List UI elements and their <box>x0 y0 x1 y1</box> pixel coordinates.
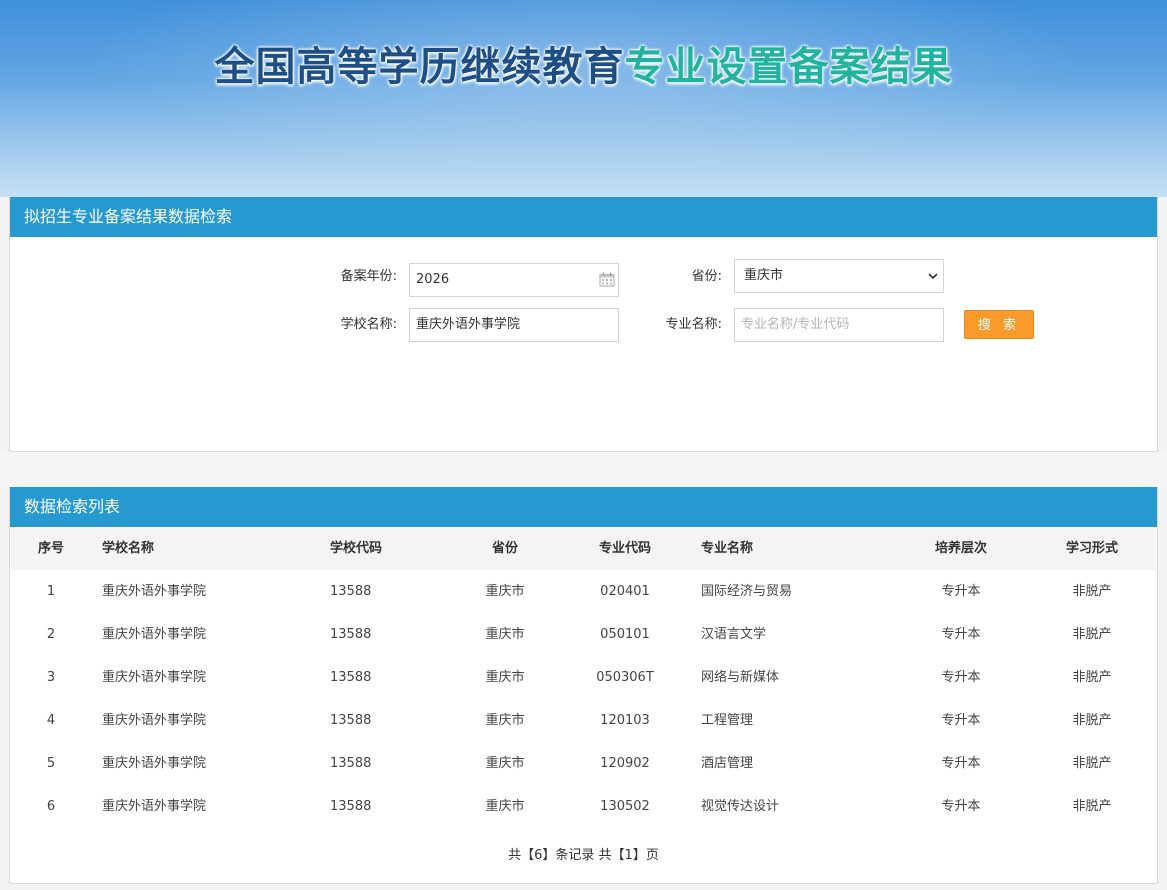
list-panel-title: 数据检索列表 <box>10 487 1157 527</box>
cell-index: 1 <box>46 584 56 599</box>
cell-major: 酒店管理 <box>701 756 754 771</box>
banner: 全国高等学历继续教育专业设置备案结果 <box>0 0 1167 197</box>
major-placeholder: 专业名称/专业代码 <box>741 317 850 332</box>
page-title-part2: 专业设置备案结果 <box>624 44 953 90</box>
cell-major: 视觉传达设计 <box>701 799 780 814</box>
school-input[interactable]: 重庆外语外事学院 <box>409 308 619 342</box>
cell-major-code: 050101 <box>600 627 650 642</box>
province-select[interactable]: 重庆市 <box>734 259 944 293</box>
cell-school: 重庆外语外事学院 <box>102 799 207 814</box>
cell-major-code: 050306T <box>596 670 654 685</box>
cell-school: 重庆外语外事学院 <box>102 756 207 771</box>
school-label: 学校名称: <box>340 317 397 332</box>
cell-study-form: 非脱产 <box>1072 670 1112 685</box>
cell-major: 网络与新媒体 <box>701 670 780 685</box>
table-row: 6 重庆外语外事学院 13588 重庆市 130502 视觉传达设计 专升本 非… <box>11 785 1156 828</box>
cell-level: 专升本 <box>941 670 981 685</box>
col-header-school-code: 学校代码 <box>330 541 383 556</box>
cell-school-code: 13588 <box>330 670 372 685</box>
cell-school: 重庆外语外事学院 <box>102 584 207 599</box>
pagination-info: 共【6】条记录 共【1】页 <box>508 848 659 863</box>
cell-school: 重庆外语外事学院 <box>102 713 207 728</box>
cell-major-code: 120103 <box>600 713 650 728</box>
table-row: 5 重庆外语外事学院 13588 重庆市 120902 酒店管理 专升本 非脱产 <box>11 742 1156 785</box>
cell-school-code: 13588 <box>330 756 372 771</box>
cell-study-form: 非脱产 <box>1072 799 1112 814</box>
cell-province: 重庆市 <box>485 670 525 685</box>
col-header-province: 省份 <box>491 541 518 556</box>
cell-school-code: 13588 <box>330 799 372 814</box>
divider-band <box>0 452 1167 487</box>
school-value: 重庆外语外事学院 <box>416 317 521 332</box>
col-header-level: 培养层次 <box>934 541 987 556</box>
cell-index: 3 <box>46 670 56 685</box>
cell-study-form: 非脱产 <box>1072 756 1112 771</box>
table-row: 4 重庆外语外事学院 13588 重庆市 120103 工程管理 专升本 非脱产 <box>11 699 1156 742</box>
cell-level: 专升本 <box>941 584 981 599</box>
page-title-part1: 全国高等学历继续教育 <box>214 44 625 90</box>
cell-index: 5 <box>46 756 56 771</box>
col-header-school: 学校名称 <box>102 541 155 556</box>
cell-major: 工程管理 <box>701 713 754 728</box>
cell-index: 6 <box>46 799 56 814</box>
col-header-major: 专业名称 <box>701 541 754 556</box>
province-value: 重庆市 <box>744 268 784 283</box>
year-value: 2026 <box>416 272 450 287</box>
cell-major-code: 020401 <box>600 584 650 599</box>
col-header-major-code: 专业代码 <box>598 541 651 556</box>
year-label: 备案年份: <box>340 269 397 284</box>
table-row: 3 重庆外语外事学院 13588 重庆市 050306T 网络与新媒体 专升本 … <box>11 656 1156 699</box>
cell-major-code: 130502 <box>600 799 650 814</box>
cell-school: 重庆外语外事学院 <box>102 627 207 642</box>
cell-level: 专升本 <box>941 756 981 771</box>
cell-major-code: 120902 <box>600 756 650 771</box>
cell-index: 4 <box>46 713 56 728</box>
cell-school-code: 13588 <box>330 584 372 599</box>
cell-major: 国际经济与贸易 <box>701 584 793 599</box>
cell-province: 重庆市 <box>485 756 525 771</box>
table-row: 2 重庆外语外事学院 13588 重庆市 050101 汉语言文学 专升本 非脱… <box>11 613 1156 656</box>
search-button[interactable]: 搜 索 <box>964 310 1034 339</box>
page-title: 全国高等学历继续教育专业设置备案结果 <box>0 34 1167 92</box>
cell-province: 重庆市 <box>485 799 525 814</box>
cell-level: 专升本 <box>941 799 981 814</box>
cell-school-code: 13588 <box>330 713 372 728</box>
province-label: 省份: <box>691 269 722 284</box>
cell-level: 专升本 <box>941 627 981 642</box>
cell-school-code: 13588 <box>330 627 372 642</box>
year-input[interactable]: 2026 <box>409 263 619 297</box>
cell-study-form: 非脱产 <box>1072 584 1112 599</box>
banner-glow <box>0 0 1167 197</box>
chevron-down-icon <box>928 273 938 280</box>
cell-study-form: 非脱产 <box>1072 713 1112 728</box>
cell-level: 专升本 <box>941 713 981 728</box>
search-panel-title: 拟招生专业备案结果数据检索 <box>10 197 1157 237</box>
calendar-icon[interactable] <box>599 272 615 287</box>
cell-index: 2 <box>46 627 56 642</box>
cell-school: 重庆外语外事学院 <box>102 670 207 685</box>
col-header-study-form: 学习形式 <box>1065 541 1118 556</box>
table-row: 1 重庆外语外事学院 13588 重庆市 020401 国际经济与贸易 专升本 … <box>11 570 1156 613</box>
table-header: 序号 学校名称 学校代码 省份 专业代码 专业名称 培养层次 学习形式 <box>11 528 1156 570</box>
cell-province: 重庆市 <box>485 713 525 728</box>
major-input[interactable]: 专业名称/专业代码 <box>734 308 944 342</box>
cell-study-form: 非脱产 <box>1072 627 1112 642</box>
cell-province: 重庆市 <box>485 627 525 642</box>
major-label: 专业名称: <box>665 317 722 332</box>
cell-province: 重庆市 <box>485 584 525 599</box>
col-header-index: 序号 <box>37 541 64 556</box>
cell-major: 汉语言文学 <box>701 627 767 642</box>
